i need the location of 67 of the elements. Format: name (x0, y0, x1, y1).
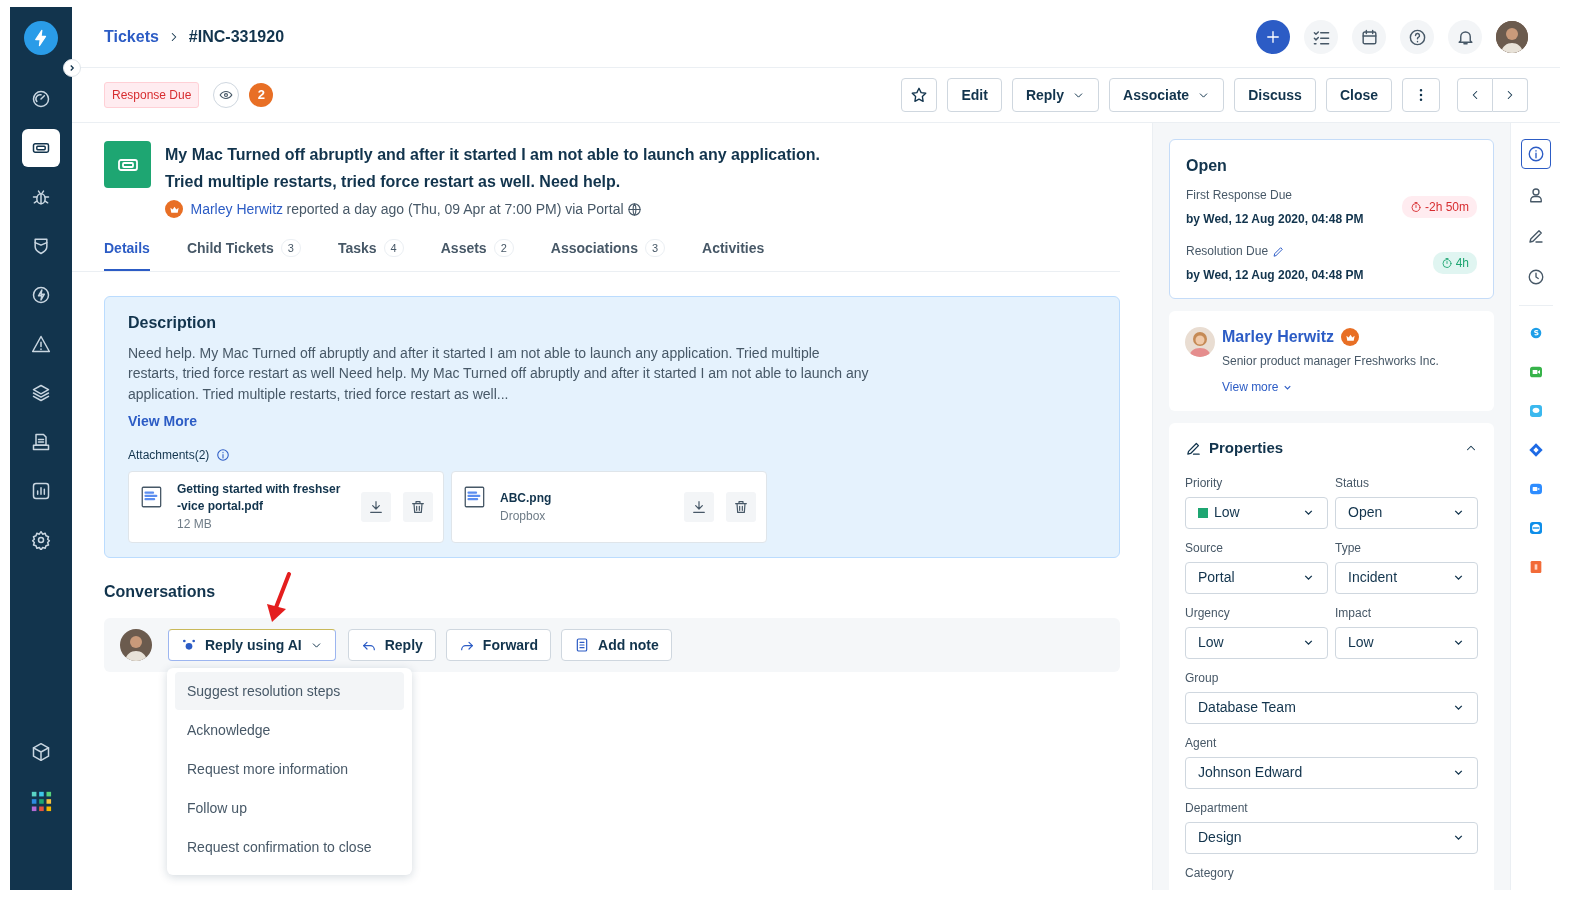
ticket-status: Open (1186, 156, 1228, 176)
file-name: ABC.png (500, 489, 553, 507)
select-field[interactable]: Incident (1335, 561, 1478, 594)
menu-item[interactable]: Request confirmation to close (175, 828, 404, 866)
menu-item[interactable]: Follow up (175, 789, 404, 827)
section-heading: Description (128, 312, 217, 333)
timer-badge: -2h 50m (1401, 196, 1477, 218)
field-label: Category (1185, 864, 1235, 882)
toolbar-button[interactable]: Associate (1109, 78, 1225, 112)
field-label: Group (1185, 669, 1220, 687)
ticket-title: Tried multiple restarts, tried force restart as well. Need help. (165, 172, 622, 192)
select-field[interactable]: Low (1185, 626, 1328, 659)
field-label: Urgency (1185, 604, 1231, 622)
field-label: Agent (1185, 734, 1218, 752)
menu-item[interactable]: Suggest resolution steps (175, 672, 404, 710)
section-heading: Properties (1209, 438, 1285, 458)
tab[interactable]: Activities (702, 237, 765, 271)
breadcrumb-link[interactable]: Tickets (104, 25, 159, 49)
field-label: Source (1185, 539, 1225, 557)
view-more-link[interactable]: View more (1222, 378, 1293, 396)
menu-item[interactable]: Request more information (175, 750, 404, 788)
toolbar-button[interactable]: Reply (1011, 78, 1099, 112)
breadcrumb-current: #INC-331920 (188, 27, 285, 47)
tab[interactable]: Associations 3 (550, 237, 666, 271)
select-field[interactable]: Design (1185, 821, 1478, 854)
due-label: Resolution Due (1186, 243, 1269, 260)
select-field[interactable]: Database Team (1185, 691, 1478, 724)
ai-reply-button[interactable]: Reply using AI (168, 629, 336, 661)
status-tag: Response Due (104, 82, 200, 108)
watcher-count: 2 (249, 83, 274, 107)
description-text: Need help. My Mac Turned off abruptly and after it started I am not able to launch any application. Tried multiple restarts, tried force restart as well Need help. My Mac Turned off abruptly and after it started I am not able to launch any application. Tried multiple restarts, tried force restart as well... (128, 343, 870, 404)
toolbar-button[interactable]: Edit (947, 78, 1002, 112)
toolbar-button[interactable]: Discuss (1234, 78, 1316, 112)
tab[interactable]: Tasks 4 (337, 237, 404, 271)
attachments-label: Attachments(2) (128, 447, 210, 464)
forward-button[interactable]: Forward (445, 629, 552, 661)
select-field[interactable]: Open (1335, 496, 1478, 529)
add-note-button[interactable]: Add note (561, 629, 672, 661)
file-name: Getting started with freshser -vice portal.pdf (177, 481, 342, 515)
ticket-meta: reported a day ago (Thu, 09 Apr at 7:00 PM) via Portal (286, 199, 624, 219)
toolbar-button[interactable]: Close (1325, 78, 1392, 112)
ticket-title: My Mac Turned off abruptly and after it started I am not able to launch any application. (165, 145, 820, 165)
select-field[interactable]: Johnson Edward (1185, 756, 1478, 789)
due-date: by Wed, 12 Aug 2020, 04:48 PM (1186, 267, 1364, 284)
tab[interactable]: Details (104, 237, 150, 271)
select-field[interactable]: Portal (1185, 561, 1328, 594)
select-field[interactable]: Low (1335, 626, 1478, 659)
field-label: Impact (1335, 604, 1372, 622)
timer-badge: 4h (1432, 252, 1477, 274)
field-label: Status (1335, 474, 1371, 492)
field-label: Department (1185, 799, 1249, 817)
select-field[interactable]: Low (1185, 496, 1328, 529)
reply-button[interactable]: Reply (347, 629, 436, 661)
tab[interactable]: Assets 2 (440, 237, 514, 271)
view-more-link[interactable]: View More (128, 411, 197, 432)
menu-item[interactable]: Acknowledge (175, 711, 404, 749)
contact-title: Senior product manager Freshworks Inc. (1222, 353, 1439, 370)
field-label: Type (1335, 539, 1362, 557)
file-detail: 12 MB (177, 516, 213, 533)
section-heading: Conversations (104, 582, 217, 602)
file-detail: Dropbox (500, 507, 547, 525)
tab[interactable]: Child Tickets 3 (186, 237, 301, 271)
requester-link[interactable]: Marley Herwitz (190, 198, 284, 220)
due-date: by Wed, 12 Aug 2020, 04:48 PM (1186, 211, 1364, 228)
contact-name[interactable]: Marley Herwitz (1222, 325, 1335, 349)
field-label: Priority (1185, 474, 1224, 492)
due-label: First Response Due (1186, 187, 1293, 204)
